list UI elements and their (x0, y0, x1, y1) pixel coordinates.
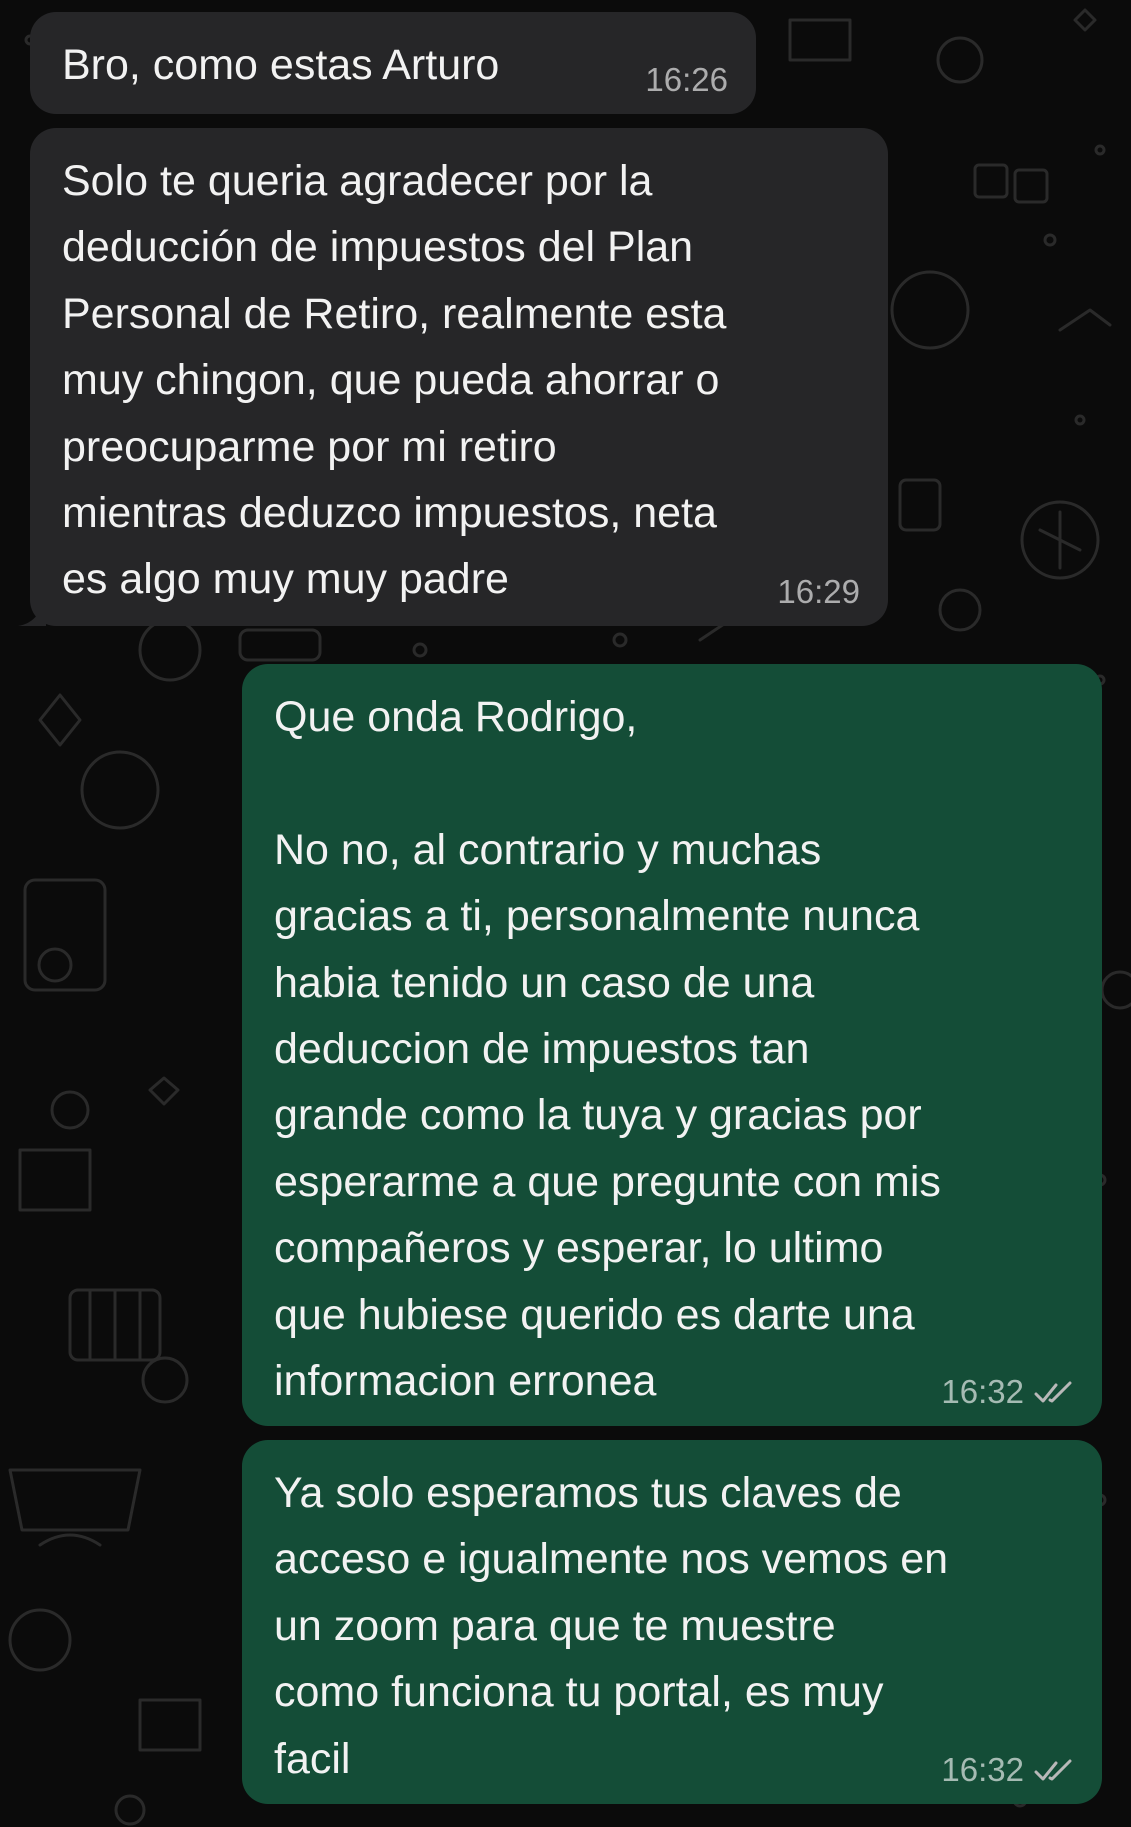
message-text: Que onda Rodrigo, No no, al contrario y … (274, 693, 941, 1406)
message-meta: 16:26 (645, 63, 728, 96)
double-check-icon (1034, 1381, 1072, 1402)
bubble-tail (18, 600, 46, 626)
message-text: Solo te queria agradecer por la deducció… (62, 157, 727, 604)
message-time: 16:29 (777, 573, 860, 610)
message-bubble-outgoing[interactable]: Que onda Rodrigo, No no, al contrario y … (242, 664, 1102, 1426)
conversation: Bro, como estas Arturo 16:26 Solo te que… (0, 0, 1131, 1827)
message-meta: 16:29 (777, 575, 860, 608)
double-check-icon (1034, 1759, 1072, 1780)
message-meta: 16:32 (941, 1375, 1074, 1408)
message-bubble-incoming[interactable]: Bro, como estas Arturo 16:26 (30, 12, 756, 114)
message-time: 16:26 (645, 61, 728, 98)
message-time: 16:32 (941, 1751, 1024, 1788)
message-bubble-incoming[interactable]: Solo te queria agradecer por la deducció… (18, 128, 888, 626)
message-bubble-outgoing[interactable]: Ya solo esperamos tus claves de acceso e… (242, 1440, 1102, 1804)
message-text: Bro, como estas Arturo (62, 41, 500, 89)
message-meta: 16:32 (941, 1753, 1074, 1786)
message-time: 16:32 (941, 1373, 1024, 1410)
message-text: Ya solo esperamos tus claves de acceso e… (274, 1469, 949, 1783)
